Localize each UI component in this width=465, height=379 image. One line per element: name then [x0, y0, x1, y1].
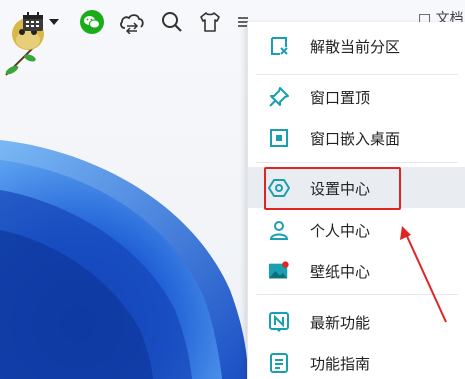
menu-divider [256, 74, 458, 75]
guide-icon [268, 352, 290, 374]
menu-item-label: 窗口嵌入桌面 [310, 130, 401, 148]
dissolve-partition-icon [268, 35, 290, 57]
menu-item-label: 最新功能 [310, 314, 371, 332]
tshirt-icon[interactable] [197, 9, 223, 35]
menu-item-dissolve-partition[interactable]: 解散当前分区 [248, 26, 465, 64]
menu-item-label: 壁纸中心 [310, 263, 371, 281]
pin-icon [268, 86, 290, 108]
menu-item-embed-desktop[interactable]: 窗口嵌入桌面 [248, 118, 465, 156]
menu-item-personal-center[interactable]: 个人中心 [248, 210, 465, 248]
menu-item-label: 窗口置顶 [310, 89, 371, 107]
menu-item-label: 功能指南 [310, 355, 371, 373]
annotation-highlight-box [264, 167, 401, 210]
search-icon[interactable] [159, 9, 185, 35]
menu-item-label: 个人中心 [310, 222, 371, 240]
new-feature-icon [268, 311, 290, 333]
embed-desktop-icon [268, 127, 290, 149]
menu-divider [256, 162, 458, 163]
menu-divider [256, 294, 458, 295]
menu-item-wallpaper-center[interactable]: 壁纸中心 [248, 251, 465, 289]
chevron-down-icon[interactable] [46, 9, 62, 35]
menu-item-label: 解散当前分区 [310, 38, 401, 56]
calendar-icon[interactable] [20, 9, 46, 35]
menu-item-new-features[interactable]: 最新功能 [248, 302, 465, 340]
wallpaper-icon [268, 260, 290, 282]
menu-item-feature-guide[interactable]: 功能指南 [248, 343, 465, 379]
user-icon [268, 219, 290, 241]
wechat-icon[interactable] [79, 9, 105, 35]
cloud-sync-icon[interactable] [117, 9, 147, 35]
menu-item-pin-window[interactable]: 窗口置顶 [248, 77, 465, 115]
